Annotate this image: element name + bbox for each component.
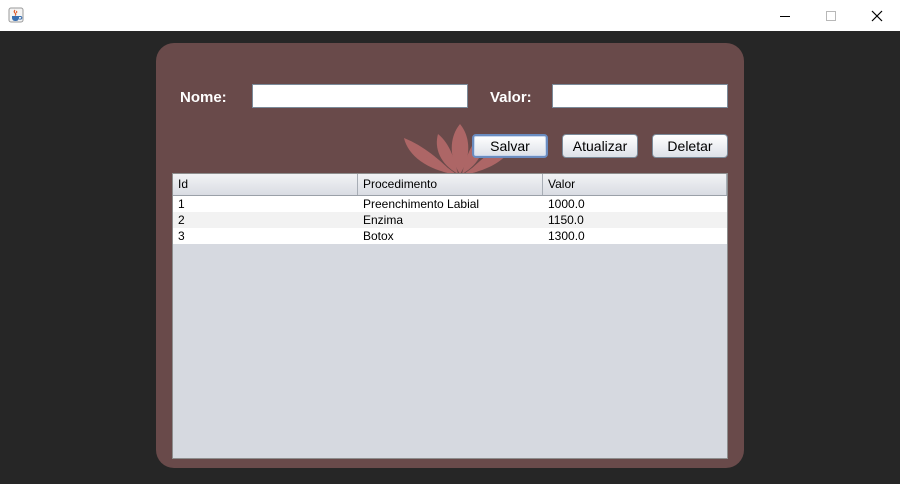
nome-label: Nome: xyxy=(180,89,227,106)
cell-valor: 1150.0 xyxy=(548,213,584,227)
minimize-icon xyxy=(780,15,790,17)
procedures-table[interactable]: Id Procedimento Valor 1 Preenchimento La… xyxy=(172,173,728,459)
cell-procedimento: Botox xyxy=(363,229,394,243)
close-icon xyxy=(871,10,883,21)
maximize-button[interactable] xyxy=(808,0,854,31)
cell-id: 2 xyxy=(178,213,185,227)
table-header: Id Procedimento Valor xyxy=(173,174,727,196)
cell-procedimento: Preenchimento Labial xyxy=(363,197,480,211)
close-button[interactable] xyxy=(854,0,900,31)
table-row[interactable]: 3 Botox 1300.0 xyxy=(173,228,727,244)
cell-id: 1 xyxy=(178,197,185,211)
table-row[interactable]: 2 Enzima 1150.0 xyxy=(173,212,727,228)
maximize-icon xyxy=(826,10,836,21)
cell-procedimento: Enzima xyxy=(363,213,404,227)
valor-label: Valor: xyxy=(490,89,532,106)
salvar-button[interactable]: Salvar xyxy=(472,134,548,158)
cell-valor: 1300.0 xyxy=(548,229,585,243)
cell-valor: 1000.0 xyxy=(548,197,585,211)
java-cup-icon xyxy=(8,7,24,23)
nome-input[interactable] xyxy=(252,84,468,108)
minimize-button[interactable] xyxy=(762,0,808,31)
cell-id: 3 xyxy=(178,229,185,243)
window-titlebar[interactable] xyxy=(0,0,900,31)
column-header-id[interactable]: Id xyxy=(173,174,358,195)
valor-input[interactable] xyxy=(552,84,728,108)
atualizar-button[interactable]: Atualizar xyxy=(562,134,638,158)
column-header-valor[interactable]: Valor xyxy=(543,174,727,195)
deletar-button[interactable]: Deletar xyxy=(652,134,728,158)
column-header-procedimento[interactable]: Procedimento xyxy=(358,174,543,195)
table-body: 1 Preenchimento Labial 1000.0 2 Enzima 1… xyxy=(173,196,727,244)
table-row[interactable]: 1 Preenchimento Labial 1000.0 xyxy=(173,196,727,212)
